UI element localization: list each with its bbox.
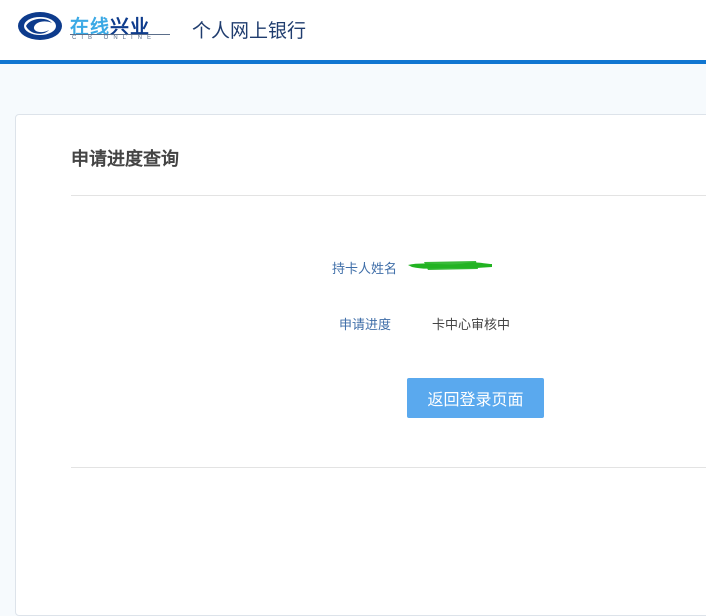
header-accent-bar xyxy=(0,60,706,64)
progress-value: 卡中心审核中 xyxy=(432,317,511,332)
bottom-divider xyxy=(71,467,706,468)
logo-text-en: CIB ONLINE xyxy=(72,35,157,41)
cardholder-name-label: 持卡人姓名 xyxy=(332,261,398,276)
progress-label: 申请进度 xyxy=(339,317,392,332)
header-title: 个人网上银行 xyxy=(192,21,307,42)
progress-query-card xyxy=(15,114,706,616)
site-header: 在线兴业 CIB ONLINE 个人网上银行 xyxy=(0,0,706,60)
return-to-login-button[interactable]: 返回登录页面 xyxy=(407,378,544,418)
title-divider xyxy=(71,195,706,196)
cib-logo-icon xyxy=(18,12,62,40)
page-title: 申请进度查询 xyxy=(71,149,179,169)
cib-online-logo[interactable]: 在线兴业 CIB ONLINE xyxy=(16,8,176,48)
redacted-name-mark xyxy=(408,261,492,270)
